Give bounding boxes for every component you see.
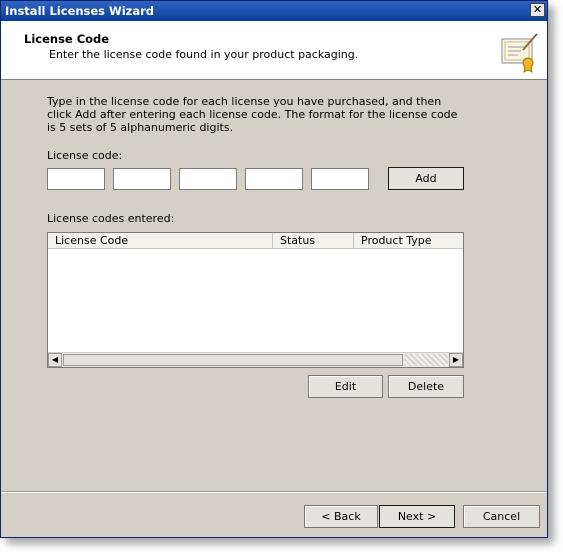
instructions-text: Type in the license code for each licens… bbox=[47, 95, 458, 134]
license-code-segment-4[interactable] bbox=[245, 168, 303, 190]
add-button[interactable]: Add bbox=[388, 167, 464, 190]
back-button[interactable]: < Back bbox=[304, 505, 378, 528]
scrollbar-track[interactable] bbox=[404, 354, 448, 366]
horizontal-scrollbar[interactable]: ◀ ▶ bbox=[48, 352, 463, 367]
license-code-segment-3[interactable] bbox=[179, 168, 237, 190]
license-codes-list[interactable]: License Code Status Product Type ◀ ▶ bbox=[47, 232, 464, 368]
wizard-header: License Code Enter the license code foun… bbox=[1, 21, 547, 80]
license-code-segment-2[interactable] bbox=[113, 168, 171, 190]
license-code-segment-1[interactable] bbox=[47, 168, 105, 190]
edit-button[interactable]: Edit bbox=[308, 375, 383, 398]
license-code-label: License code: bbox=[47, 149, 123, 162]
page-title: License Code bbox=[24, 32, 110, 46]
certificate-icon bbox=[501, 33, 538, 73]
window-title: Install Licenses Wizard bbox=[5, 4, 155, 18]
next-button[interactable]: Next > bbox=[379, 505, 455, 528]
column-header-license-code[interactable]: License Code bbox=[48, 233, 273, 249]
column-header-product-type[interactable]: Product Type bbox=[354, 233, 463, 249]
license-code-segment-5[interactable] bbox=[311, 168, 369, 190]
delete-button[interactable]: Delete bbox=[388, 375, 464, 398]
column-header-status[interactable]: Status bbox=[273, 233, 354, 249]
cancel-button[interactable]: Cancel bbox=[463, 505, 540, 528]
codes-entered-label: License codes entered: bbox=[47, 212, 175, 225]
scroll-right-icon[interactable]: ▶ bbox=[449, 353, 463, 367]
scroll-left-icon[interactable]: ◀ bbox=[48, 353, 62, 367]
footer-divider bbox=[1, 491, 547, 493]
close-icon[interactable]: ✕ bbox=[530, 3, 545, 17]
scrollbar-thumb[interactable] bbox=[63, 354, 403, 366]
page-subtitle: Enter the license code found in your pro… bbox=[49, 48, 359, 61]
wizard-window: Install Licenses Wizard ✕ License Code E… bbox=[0, 0, 548, 538]
title-bar: Install Licenses Wizard ✕ bbox=[1, 1, 547, 21]
